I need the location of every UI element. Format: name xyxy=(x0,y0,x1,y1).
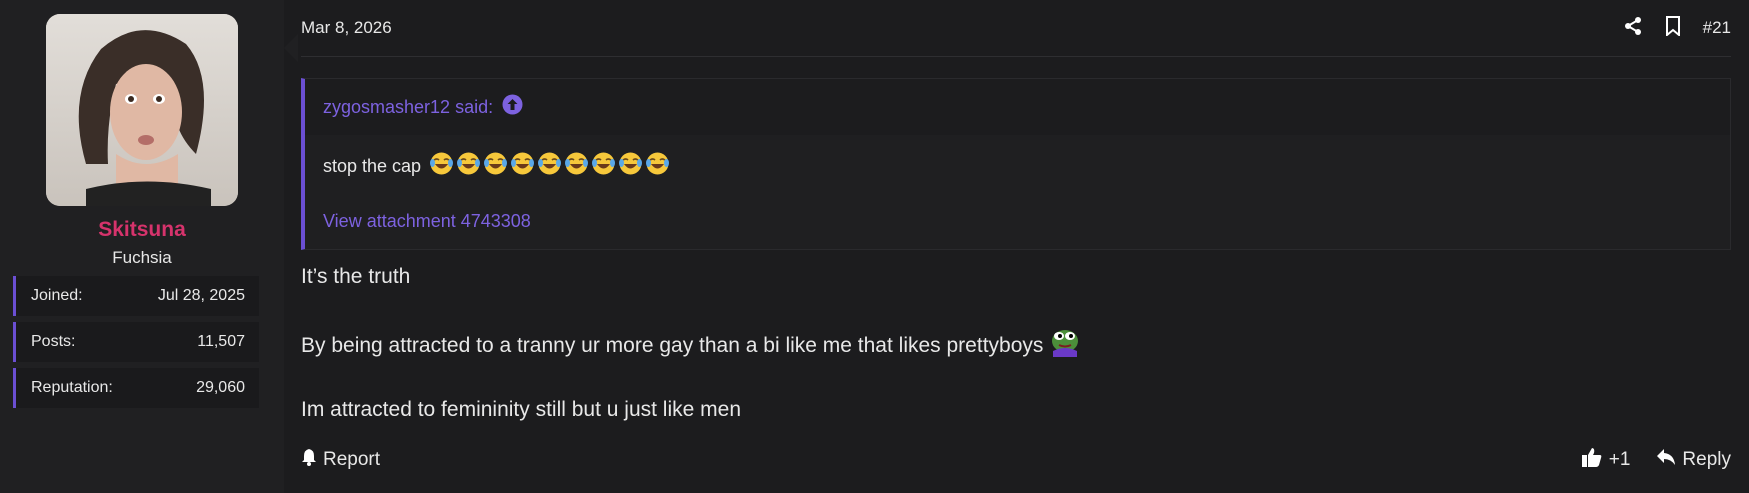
avatar-photo xyxy=(46,14,238,206)
username[interactable]: Skitsuna xyxy=(98,218,186,242)
laughing-crying-emoji-icon xyxy=(483,151,508,181)
user-stats: Joined: Jul 28, 2025 Posts: 11,507 Reput… xyxy=(13,276,259,414)
reply-icon xyxy=(1656,448,1676,472)
stat-label: Reputation: xyxy=(31,379,113,396)
user-title: Fuchsia xyxy=(112,248,172,267)
post-main: Mar 8, 2026 #21 zygosmasher12 said: stop… xyxy=(284,0,1749,493)
quote-text: stop the cap xyxy=(323,155,422,176)
share-icon[interactable] xyxy=(1623,16,1643,41)
body-line-3: Im attracted to femininity still but u j… xyxy=(301,398,742,422)
report-label: Report xyxy=(323,449,381,470)
laughing-crying-emoji-icon xyxy=(429,151,454,181)
laughing-crying-emoji-icon xyxy=(645,151,670,181)
emoji-row xyxy=(429,151,670,181)
stat-label: Joined: xyxy=(31,287,83,304)
reply-button[interactable]: Reply xyxy=(1656,448,1731,472)
stat-value[interactable]: 11,507 xyxy=(197,333,245,351)
reply-label: Reply xyxy=(1682,449,1731,470)
quote-header: zygosmasher12 said: xyxy=(305,79,1730,135)
post-footer: Report +1 Reply xyxy=(301,446,1731,474)
laughing-crying-emoji-icon xyxy=(456,151,481,181)
stat-value: Jul 28, 2025 xyxy=(157,287,245,304)
body-line-2-wrap: By being attracted to a tranny ur more g… xyxy=(301,327,1731,363)
stat-joined: Joined: Jul 28, 2025 xyxy=(13,276,259,316)
bell-icon xyxy=(301,448,317,472)
pepe-emoji-icon xyxy=(1049,327,1081,363)
laughing-crying-emoji-icon xyxy=(618,151,643,181)
like-count: +1 xyxy=(1608,449,1631,470)
quote-block: zygosmasher12 said: stop the cap View at… xyxy=(301,78,1731,250)
quote-author[interactable]: zygosmasher12 said: xyxy=(323,97,493,118)
footer-actions: +1 Reply xyxy=(1581,446,1731,474)
attachment-link[interactable]: View attachment 4743308 xyxy=(323,211,1712,232)
bookmark-icon[interactable] xyxy=(1665,15,1681,41)
post-number[interactable]: #21 xyxy=(1703,18,1731,38)
post-header-actions: #21 xyxy=(1623,15,1731,41)
user-panel: Skitsuna Fuchsia Joined: Jul 28, 2025 Po… xyxy=(0,0,298,493)
like-button[interactable]: +1 xyxy=(1581,446,1631,474)
quote-body: stop the cap View attachment 4743308 xyxy=(305,135,1730,232)
body-line-2: By being attracted to a tranny ur more g… xyxy=(301,333,1044,357)
post-body: It’s the truth By being attracted to a t… xyxy=(301,264,1731,423)
laughing-crying-emoji-icon xyxy=(591,151,616,181)
body-line-1: It’s the truth xyxy=(301,265,411,288)
post-header: Mar 8, 2026 #21 xyxy=(301,0,1731,57)
stat-reputation: Reputation: 29,060 xyxy=(13,368,259,408)
report-button[interactable]: Report xyxy=(301,448,380,472)
quote-content: stop the cap xyxy=(323,151,1712,181)
laughing-crying-emoji-icon xyxy=(537,151,562,181)
thumbs-up-icon xyxy=(1581,446,1603,474)
post: Skitsuna Fuchsia Joined: Jul 28, 2025 Po… xyxy=(0,0,1749,493)
arrow-up-circle-icon[interactable] xyxy=(502,94,523,120)
avatar[interactable] xyxy=(46,14,238,206)
laughing-crying-emoji-icon xyxy=(510,151,535,181)
stat-label: Posts: xyxy=(31,333,76,350)
stat-value: 29,060 xyxy=(196,379,245,396)
post-date[interactable]: Mar 8, 2026 xyxy=(301,18,392,38)
stat-posts: Posts: 11,507 xyxy=(13,322,259,362)
laughing-crying-emoji-icon xyxy=(564,151,589,181)
